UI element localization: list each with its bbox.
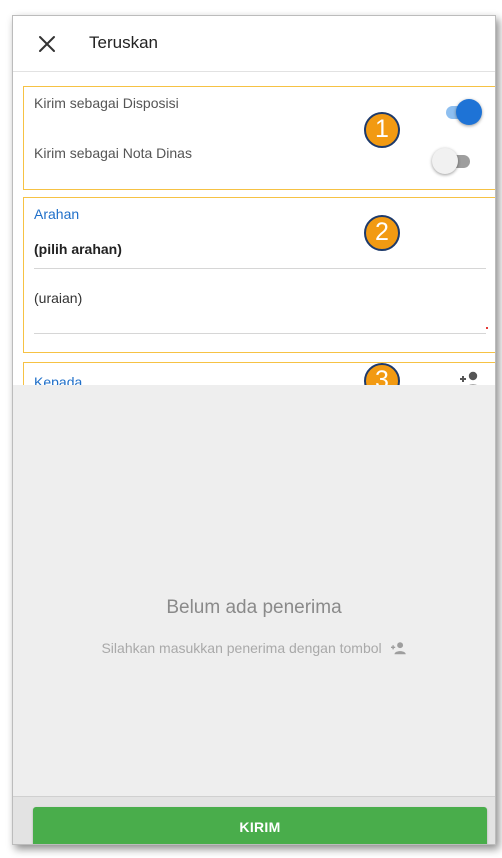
required-indicator — [486, 327, 488, 329]
app-window: Teruskan Kirim sebagai Disposisi Kirim s… — [12, 15, 496, 845]
send-options-section: Kirim sebagai Disposisi Kirim sebagai No… — [23, 86, 495, 190]
empty-subtitle-text: Silahkan masukkan penerima dengan tombol — [101, 640, 382, 656]
top-app-bar: Teruskan — [13, 16, 495, 72]
arahan-select[interactable]: (pilih arahan) — [34, 241, 122, 257]
page-title: Teruskan — [89, 33, 158, 52]
step-badge-1: 1 — [364, 112, 400, 148]
nota-dinas-toggle[interactable] — [432, 148, 472, 174]
uraian-input[interactable]: (uraian) — [34, 290, 486, 332]
close-icon[interactable] — [37, 34, 57, 54]
send-button[interactable]: KIRIM — [33, 807, 487, 844]
disposisi-toggle[interactable] — [442, 99, 482, 125]
empty-title: Belum ada penerima — [166, 597, 342, 618]
toggle-thumb — [432, 148, 458, 174]
recipients-empty-state: Belum ada penerima Silahkan masukkan pen… — [13, 385, 495, 796]
arahan-label: Arahan — [34, 206, 80, 222]
input-underline — [34, 333, 486, 334]
step-badge-2: 2 — [364, 215, 400, 251]
disposisi-label: Kirim sebagai Disposisi — [34, 95, 179, 111]
add-person-icon — [390, 642, 406, 655]
arahan-section: Arahan (pilih arahan) (uraian) 2 — [23, 197, 495, 353]
nota-dinas-label: Kirim sebagai Nota Dinas — [34, 145, 192, 161]
empty-subtitle: Silahkan masukkan penerima dengan tombol — [13, 640, 495, 656]
bottom-bar: KIRIM — [13, 796, 495, 844]
divider — [34, 268, 486, 269]
toggle-thumb — [456, 99, 482, 125]
